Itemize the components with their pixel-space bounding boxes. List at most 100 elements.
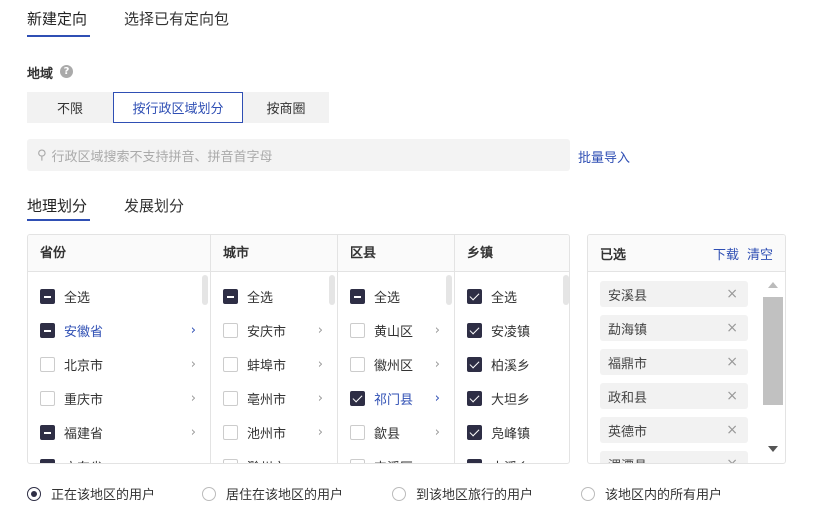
tab-existing-package[interactable]: 选择已有定向包 bbox=[124, 8, 229, 29]
subtab-development[interactable]: 发展划分 bbox=[124, 195, 184, 216]
list-item[interactable]: 黄山区 › bbox=[350, 320, 440, 340]
chevron-right-icon[interactable]: › bbox=[318, 323, 323, 338]
list-item[interactable]: 徽州区 › bbox=[350, 354, 440, 374]
checkbox[interactable] bbox=[350, 356, 365, 372]
checkbox[interactable] bbox=[350, 288, 365, 304]
scrollbar[interactable] bbox=[329, 275, 335, 305]
chevron-right-icon[interactable]: › bbox=[318, 391, 323, 406]
list-item[interactable]: 祁门县 › bbox=[350, 388, 440, 408]
checkbox[interactable] bbox=[223, 424, 238, 440]
list-item[interactable]: 全选 bbox=[467, 286, 547, 306]
close-icon[interactable]: × bbox=[726, 354, 738, 370]
chevron-right-icon[interactable]: › bbox=[435, 425, 440, 440]
checkbox[interactable] bbox=[350, 458, 365, 463]
list-item[interactable]: 全选 bbox=[350, 286, 440, 306]
list-item[interactable]: 北京市 › bbox=[40, 354, 196, 374]
checkbox[interactable] bbox=[467, 458, 482, 463]
chip-label: 英德市 bbox=[608, 424, 648, 440]
close-icon[interactable]: × bbox=[726, 320, 738, 336]
checkbox[interactable] bbox=[40, 458, 55, 463]
chevron-right-icon[interactable]: › bbox=[191, 357, 196, 372]
checkbox[interactable] bbox=[467, 288, 482, 304]
list-item[interactable]: 全选 bbox=[223, 286, 323, 306]
scroll-down-icon[interactable] bbox=[768, 446, 778, 452]
chevron-right-icon[interactable]: › bbox=[191, 391, 196, 406]
close-icon[interactable]: × bbox=[726, 286, 738, 302]
checkbox[interactable] bbox=[40, 424, 55, 440]
list-item[interactable]: 亳州市 › bbox=[223, 388, 323, 408]
region-search-input[interactable]: ⚲ 行政区域搜索不支持拼音、拼音首字母 bbox=[27, 139, 570, 171]
help-icon[interactable]: ? bbox=[60, 65, 73, 78]
radio-button[interactable] bbox=[581, 486, 595, 501]
list-item[interactable]: 大坦乡 bbox=[467, 388, 547, 408]
segment-business-area[interactable]: 按商圈 bbox=[243, 92, 329, 123]
chevron-right-icon[interactable]: › bbox=[435, 391, 440, 406]
list-item[interactable]: 安徽省 › bbox=[40, 320, 196, 340]
checkbox[interactable] bbox=[40, 390, 55, 406]
clear-link[interactable]: 清空 bbox=[747, 244, 773, 263]
radio-button[interactable] bbox=[392, 486, 406, 501]
list-item[interactable]: 凫峰镇 bbox=[467, 422, 547, 442]
list-item[interactable]: 福建省 › bbox=[40, 422, 196, 442]
checkbox[interactable] bbox=[40, 322, 55, 338]
tab-new-targeting[interactable]: 新建定向 bbox=[27, 8, 87, 29]
radio-option[interactable]: 正在该地区的用户 bbox=[27, 484, 155, 503]
checkbox[interactable] bbox=[467, 390, 482, 406]
subtab-geographic[interactable]: 地理划分 bbox=[27, 195, 87, 216]
list-item[interactable]: 屯溪区› bbox=[350, 456, 440, 463]
checkbox[interactable] bbox=[350, 390, 365, 406]
checkbox[interactable] bbox=[223, 356, 238, 372]
radio-option[interactable]: 到该地区旅行的用户 bbox=[392, 484, 533, 503]
close-icon[interactable]: × bbox=[726, 422, 738, 438]
scroll-up-icon[interactable] bbox=[768, 282, 778, 288]
chevron-right-icon[interactable]: › bbox=[435, 323, 440, 338]
radio-button[interactable] bbox=[202, 486, 216, 501]
chevron-right-icon[interactable]: › bbox=[191, 425, 196, 440]
scrollbar[interactable] bbox=[763, 272, 783, 463]
radio-option[interactable]: 居住在该地区的用户 bbox=[202, 484, 343, 503]
list-item[interactable]: 安庆市 › bbox=[223, 320, 323, 340]
list-item[interactable]: 重庆市 › bbox=[40, 388, 196, 408]
chevron-right-icon[interactable]: › bbox=[191, 323, 196, 338]
scrollbar[interactable] bbox=[202, 275, 208, 305]
chevron-right-icon[interactable]: › bbox=[435, 357, 440, 372]
list-item[interactable]: 歙县 › bbox=[350, 422, 440, 442]
checkbox[interactable] bbox=[467, 322, 482, 338]
close-icon[interactable]: × bbox=[726, 388, 738, 404]
download-link[interactable]: 下载 bbox=[713, 244, 739, 263]
list-item[interactable]: 古溪乡 bbox=[467, 456, 547, 463]
list-item[interactable]: 柏溪乡 bbox=[467, 354, 547, 374]
checkbox[interactable] bbox=[350, 322, 365, 338]
checkbox[interactable] bbox=[223, 458, 238, 463]
list-item[interactable]: 全选 bbox=[40, 286, 196, 306]
checkbox[interactable] bbox=[223, 322, 238, 338]
checkbox[interactable] bbox=[40, 288, 55, 304]
region-cascader: 省份全选安徽省›北京市›重庆市›福建省›广东省›城市全选安庆市›蚌埠市›亳州市›… bbox=[27, 234, 570, 464]
bulk-import-link[interactable]: 批量导入 bbox=[578, 147, 630, 166]
scroll-thumb[interactable] bbox=[763, 297, 783, 405]
list-item[interactable]: 池州市 › bbox=[223, 422, 323, 442]
checkbox[interactable] bbox=[467, 424, 482, 440]
list-item[interactable]: 蚌埠市 › bbox=[223, 354, 323, 374]
chevron-right-icon[interactable]: › bbox=[318, 357, 323, 372]
checkbox[interactable] bbox=[350, 424, 365, 440]
checkbox[interactable] bbox=[223, 390, 238, 406]
list-item[interactable]: 广东省› bbox=[40, 456, 196, 463]
chevron-right-icon[interactable]: › bbox=[318, 459, 323, 464]
checkbox[interactable] bbox=[467, 356, 482, 372]
close-icon[interactable]: × bbox=[726, 456, 738, 463]
radio-option[interactable]: 该地区内的所有用户 bbox=[581, 484, 722, 503]
list-item[interactable]: 滁州市› bbox=[223, 456, 323, 463]
scrollbar[interactable] bbox=[446, 275, 452, 305]
checkbox[interactable] bbox=[40, 356, 55, 372]
chevron-right-icon[interactable]: › bbox=[435, 459, 440, 464]
segment-admin-region[interactable]: 按行政区域划分 bbox=[113, 92, 243, 123]
segment-unlimited[interactable]: 不限 bbox=[27, 92, 113, 123]
item-label: 古溪乡 bbox=[491, 457, 547, 464]
scrollbar[interactable] bbox=[563, 275, 569, 305]
chevron-right-icon[interactable]: › bbox=[191, 459, 196, 464]
checkbox[interactable] bbox=[223, 288, 238, 304]
chevron-right-icon[interactable]: › bbox=[318, 425, 323, 440]
radio-button[interactable] bbox=[27, 486, 41, 501]
list-item[interactable]: 安凌镇 bbox=[467, 320, 547, 340]
